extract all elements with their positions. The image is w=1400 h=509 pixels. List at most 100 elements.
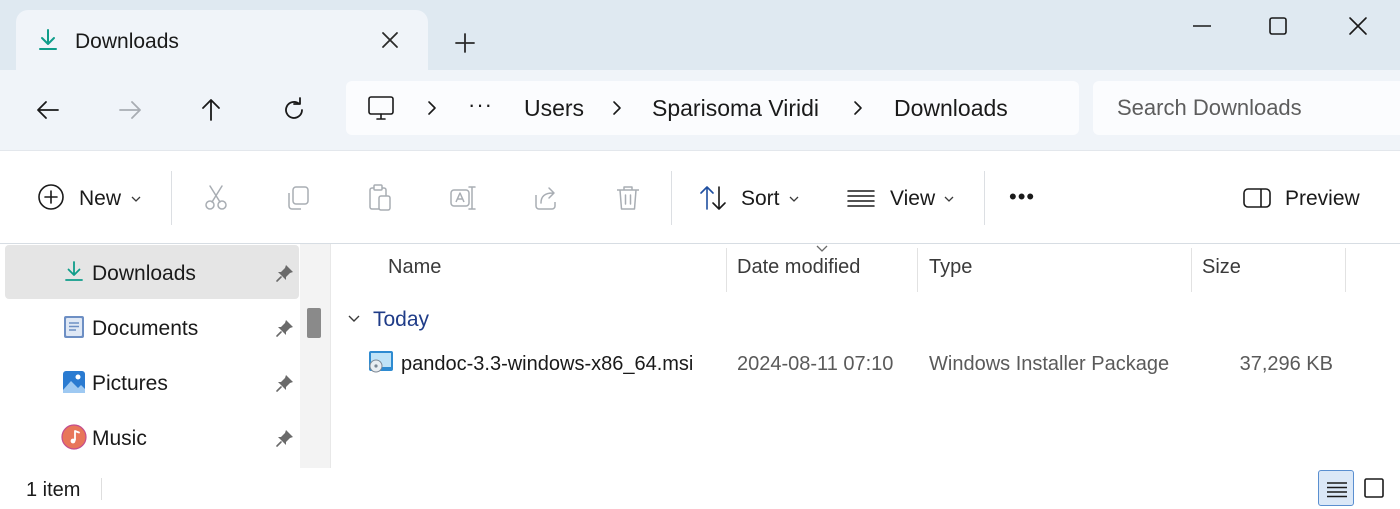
toolbar-divider (984, 171, 985, 225)
chevron-down-icon (944, 196, 954, 202)
scissors-icon (205, 185, 227, 210)
pin-icon[interactable] (275, 373, 295, 393)
this-pc-icon[interactable] (366, 94, 396, 122)
file-row[interactable]: pandoc-3.3-windows-x86_64.msi 2024-08-11… (331, 344, 1400, 384)
copy-button[interactable] (280, 151, 316, 245)
file-size: 37,296 KB (1239, 353, 1333, 375)
share-button[interactable] (528, 151, 564, 245)
details-view-button[interactable] (1318, 470, 1354, 506)
trash-icon (617, 186, 639, 210)
column-divider[interactable] (917, 248, 918, 292)
pin-icon[interactable] (275, 318, 295, 338)
share-icon (535, 187, 556, 210)
download-icon (39, 29, 57, 50)
sort-icon (700, 186, 726, 210)
column-header-date-modified[interactable]: Date modified (737, 256, 860, 279)
chevron-right-icon[interactable] (848, 98, 868, 118)
up-icon[interactable] (191, 90, 231, 130)
column-header-size[interactable]: Size (1202, 256, 1241, 279)
documents-icon (64, 316, 84, 338)
item-count: 1 item (26, 479, 81, 501)
title-bar: Downloads (0, 0, 1400, 70)
navigation-pane: Downloads Documents Pictures Music (0, 244, 300, 468)
file-date-modified: 2024-08-11 07:10 (737, 353, 894, 375)
chevron-down-icon (789, 196, 799, 202)
view-button[interactable]: View (846, 151, 958, 245)
group-label: Today (373, 308, 430, 331)
status-divider (101, 478, 102, 500)
list-view-icon (847, 190, 875, 207)
sort-button[interactable]: Sort (696, 151, 806, 245)
pin-icon[interactable] (275, 263, 295, 283)
command-bar: New Sort View ••• Preview (0, 150, 1400, 244)
sidebar-item-label: Pictures (92, 372, 168, 395)
plus-circle-icon (38, 184, 64, 210)
tab-title: Downloads (75, 30, 179, 53)
column-divider[interactable] (726, 248, 727, 292)
minimize-icon[interactable] (1180, 8, 1224, 44)
breadcrumb-user-folder[interactable]: Sparisoma Viridi (652, 95, 819, 122)
copy-icon (288, 186, 309, 210)
breadcrumb-users[interactable]: Users (524, 95, 584, 122)
pin-icon[interactable] (275, 428, 295, 448)
scrollbar-thumb[interactable] (307, 308, 321, 338)
ellipsis-icon: ••• (1009, 184, 1036, 209)
column-header-type[interactable]: Type (929, 256, 972, 279)
cut-button[interactable] (198, 151, 234, 245)
close-window-icon[interactable] (1336, 8, 1380, 44)
chevron-down-icon (131, 196, 141, 202)
sidebar-item-downloads[interactable]: Downloads (5, 245, 299, 299)
chevron-down-icon (348, 315, 360, 322)
navigation-bar: ··· Users Sparisoma Viridi Downloads (0, 70, 1400, 150)
tab-downloads[interactable]: Downloads (16, 10, 428, 70)
new-label: New (79, 187, 122, 210)
forward-icon[interactable] (110, 90, 150, 130)
pictures-icon (63, 371, 85, 393)
toolbar-divider (671, 171, 672, 225)
new-tab-icon[interactable] (448, 26, 482, 60)
sidebar-item-label: Documents (92, 317, 199, 340)
chevron-right-icon[interactable] (607, 98, 627, 118)
music-icon (61, 424, 87, 450)
paste-button[interactable] (362, 151, 398, 245)
rename-button[interactable] (445, 151, 481, 245)
breadcrumb-downloads[interactable]: Downloads (894, 95, 1008, 122)
search-input[interactable] (1117, 93, 1387, 123)
breadcrumb-overflow[interactable]: ··· (468, 92, 493, 118)
refresh-icon[interactable] (274, 90, 314, 130)
clipboard-icon (369, 184, 391, 211)
sidebar-item-documents[interactable]: Documents (5, 300, 299, 354)
back-icon[interactable] (28, 90, 68, 130)
search-box[interactable] (1093, 81, 1400, 135)
large-icons-view-icon (1364, 478, 1384, 498)
sidebar-item-music[interactable]: Music (5, 410, 299, 464)
download-icon (65, 261, 83, 281)
toolbar-divider (171, 171, 172, 225)
more-options-button[interactable]: ••• (1005, 151, 1049, 245)
sidebar-item-label: Music (92, 427, 147, 450)
address-bar[interactable]: ··· Users Sparisoma Viridi Downloads (346, 81, 1079, 135)
msi-installer-icon (369, 351, 393, 373)
new-button[interactable]: New (30, 151, 150, 245)
navigation-pane-scrollbar[interactable] (300, 244, 330, 468)
preview-pane-icon (1243, 188, 1271, 208)
column-header-name[interactable]: Name (388, 256, 441, 279)
chevron-right-icon[interactable] (422, 98, 442, 118)
sort-label: Sort (741, 187, 780, 210)
preview-label: Preview (1285, 187, 1360, 210)
details-view-icon (1327, 482, 1347, 498)
sort-descending-icon (816, 245, 828, 252)
rename-icon (450, 186, 476, 210)
status-bar: 1 item (0, 468, 1400, 509)
large-icons-view-button[interactable] (1356, 470, 1392, 506)
column-divider[interactable] (1191, 248, 1192, 292)
maximize-icon[interactable] (1256, 8, 1300, 44)
close-tab-icon[interactable] (376, 26, 404, 54)
file-name: pandoc-3.3-windows-x86_64.msi (401, 353, 694, 375)
column-divider[interactable] (1345, 248, 1346, 292)
sidebar-item-pictures[interactable]: Pictures (5, 355, 299, 409)
delete-button[interactable] (610, 151, 646, 245)
preview-pane-button[interactable]: Preview (1240, 151, 1370, 245)
file-type: Windows Installer Package (929, 353, 1170, 375)
sidebar-item-label: Downloads (92, 262, 196, 285)
